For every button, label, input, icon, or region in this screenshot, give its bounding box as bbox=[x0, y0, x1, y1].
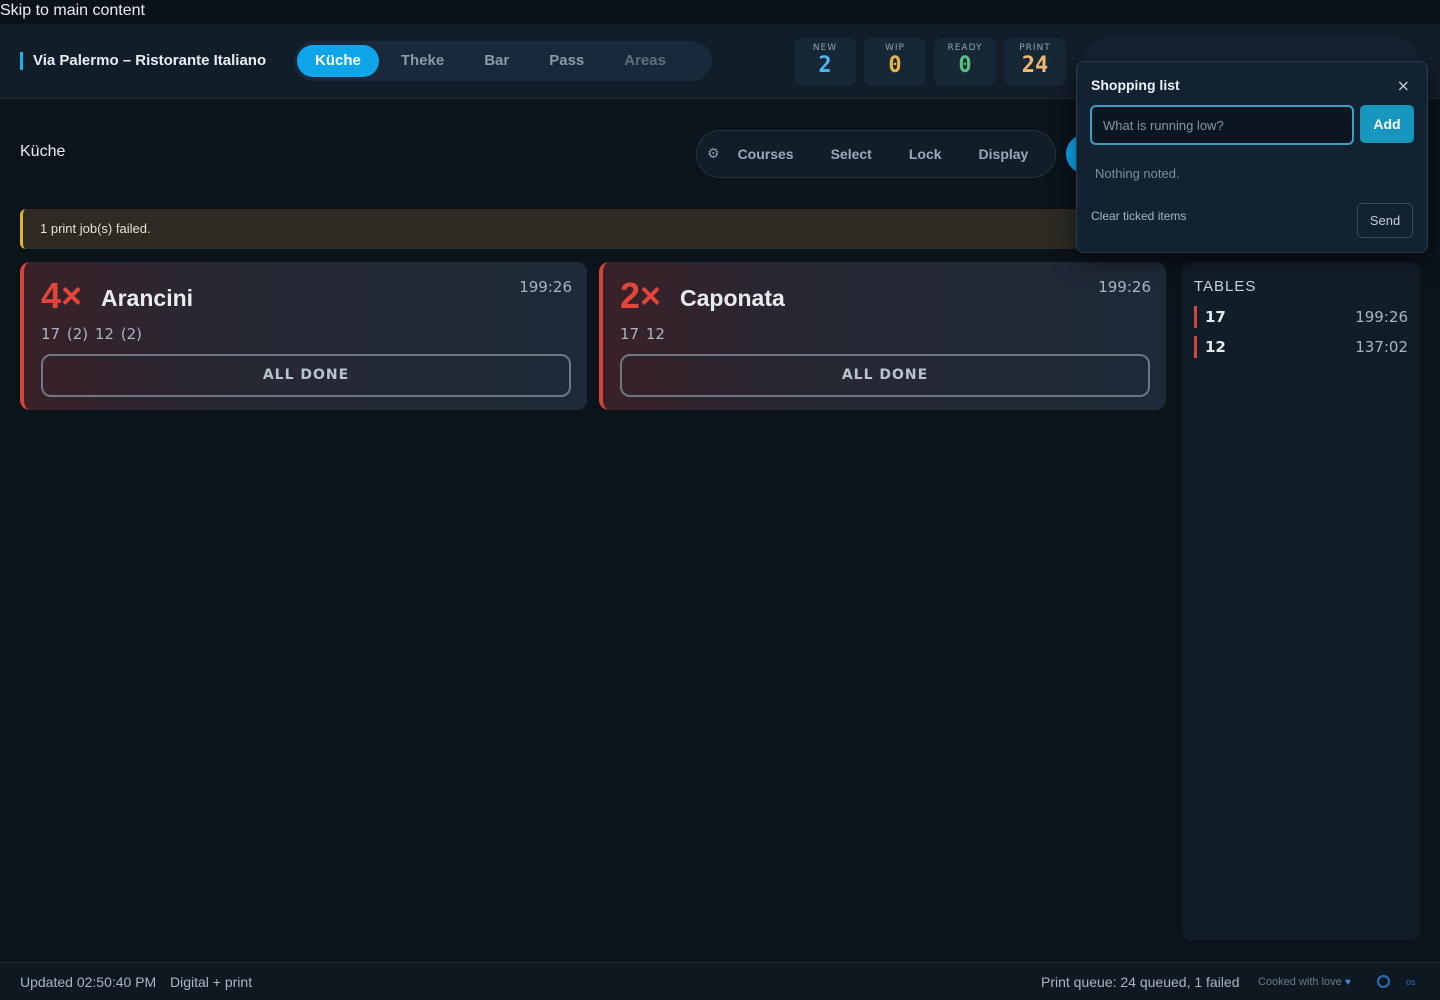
os-label: os bbox=[1406, 977, 1416, 987]
tab-bar[interactable]: Bar bbox=[466, 45, 527, 77]
credit-text: Cooked with love ♥ bbox=[1258, 976, 1351, 988]
item-timer: 199:26 bbox=[1098, 278, 1151, 296]
close-icon[interactable]: × bbox=[1397, 76, 1410, 95]
shopping-list-popover: Shopping list × Add Nothing noted. Clear… bbox=[1076, 61, 1428, 253]
table-row[interactable]: 12 137:02 bbox=[1194, 336, 1408, 358]
clear-ticked-button[interactable]: Clear ticked items bbox=[1091, 209, 1186, 223]
stat-ready[interactable]: READY 0 bbox=[934, 38, 996, 86]
stat-print-value: 24 bbox=[1021, 53, 1049, 78]
table-number: 12 bbox=[1205, 338, 1226, 356]
item-tables: 17 (2) 12 (2) bbox=[41, 325, 142, 343]
view-toolbar: ⚙ Courses Select Lock Display bbox=[696, 130, 1056, 178]
shopping-item-input[interactable] bbox=[1090, 105, 1354, 145]
table-timer: 137:02 bbox=[1355, 338, 1408, 356]
print-queue-status: Print queue: 24 queued, 1 failed bbox=[1041, 974, 1240, 990]
order-card: 4× Arancini 199:26 17 (2) 12 (2) ALL DON… bbox=[20, 262, 587, 410]
stat-print[interactable]: PRINT 24 bbox=[1004, 38, 1066, 86]
display-button[interactable]: Display bbox=[979, 146, 1029, 162]
shopping-list-empty: Nothing noted. bbox=[1095, 166, 1180, 181]
select-button[interactable]: Select bbox=[831, 146, 872, 162]
credit-label: Cooked with love bbox=[1258, 976, 1342, 988]
item-quantity: 2× bbox=[620, 275, 662, 316]
top-strip bbox=[0, 0, 1440, 24]
all-done-button[interactable]: ALL DONE bbox=[620, 354, 1150, 397]
status-circle-icon bbox=[1377, 975, 1390, 988]
stat-print-label: PRINT bbox=[1019, 43, 1051, 53]
last-updated: Updated 02:50:40 PM bbox=[20, 974, 157, 990]
tab-pass[interactable]: Pass bbox=[531, 45, 602, 77]
stat-wip[interactable]: WIP 0 bbox=[864, 38, 926, 86]
tables-panel: TABLES 17 199:26 12 137:02 bbox=[1182, 262, 1420, 940]
stat-new-value: 2 bbox=[818, 53, 832, 78]
all-done-button[interactable]: ALL DONE bbox=[41, 354, 571, 397]
item-quantity: 4× bbox=[41, 275, 83, 316]
status-footer: Updated 02:50:40 PM Digital + print Prin… bbox=[0, 962, 1440, 1000]
stat-ready-value: 0 bbox=[958, 53, 972, 78]
gear-icon[interactable]: ⚙ bbox=[707, 146, 720, 162]
restaurant-name: Via Palermo – Ristorante Italiano bbox=[20, 52, 266, 70]
tab-theke[interactable]: Theke bbox=[383, 45, 462, 77]
item-tables: 17 12 bbox=[620, 325, 665, 343]
lock-button[interactable]: Lock bbox=[909, 146, 942, 162]
add-item-button[interactable]: Add bbox=[1360, 105, 1414, 143]
order-card: 2× Caponata 199:26 17 12 ALL DONE bbox=[599, 262, 1166, 410]
table-row[interactable]: 17 199:26 bbox=[1194, 306, 1408, 328]
tab-areas[interactable]: Areas bbox=[606, 45, 684, 77]
item-name: Arancini bbox=[101, 285, 194, 311]
item-timer: 199:26 bbox=[519, 278, 572, 296]
station-tabs: Küche Theke Bar Pass Areas bbox=[294, 41, 712, 81]
shopping-list-title: Shopping list bbox=[1091, 77, 1180, 93]
courses-button[interactable]: Courses bbox=[738, 146, 794, 162]
alert-text: 1 print job(s) failed. bbox=[40, 221, 151, 236]
send-button[interactable]: Send bbox=[1357, 203, 1413, 238]
output-mode: Digital + print bbox=[170, 974, 253, 990]
item-name: Caponata bbox=[680, 285, 785, 311]
table-timer: 199:26 bbox=[1355, 308, 1408, 326]
heart-icon: ♥ bbox=[1344, 977, 1351, 988]
table-number: 17 bbox=[1205, 308, 1226, 326]
print-failure-alert: 1 print job(s) failed. bbox=[20, 209, 1090, 249]
section-title: Küche bbox=[20, 143, 66, 160]
stat-new-label: NEW bbox=[812, 43, 838, 53]
tab-kueche[interactable]: Küche bbox=[297, 45, 379, 77]
skip-to-content-link[interactable]: Skip to main content bbox=[0, 2, 145, 24]
stat-ready-label: READY bbox=[947, 43, 983, 53]
stat-new[interactable]: NEW 2 bbox=[794, 38, 856, 86]
stat-wip-label: WIP bbox=[885, 43, 905, 53]
stat-wip-value: 0 bbox=[888, 53, 902, 78]
tables-panel-title: TABLES bbox=[1194, 278, 1257, 295]
